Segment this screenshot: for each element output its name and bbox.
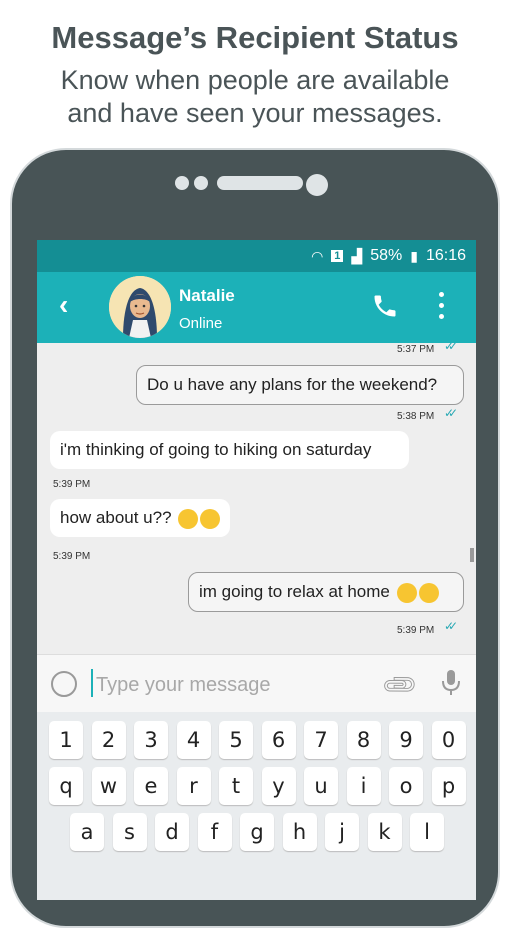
on-screen-keyboard: 1234567890 qwertyuiop asdfghjkl — [37, 712, 476, 900]
read-receipt-icon: ✓✓ — [444, 619, 458, 633]
contact-status: Online — [179, 315, 223, 332]
message-bubble-in[interactable]: i'm thinking of going to hiking on satur… — [50, 431, 409, 469]
promo-title: Message’s Recipient Status — [51, 20, 459, 55]
message-bubble-in[interactable]: how about u?? — [50, 499, 230, 537]
message-input[interactable] — [94, 669, 358, 701]
promo-subtitle-line2: and have seen your messages. — [67, 98, 443, 128]
phone-speaker — [175, 176, 303, 190]
tears-of-joy-icon — [396, 582, 417, 603]
key-d[interactable]: d — [155, 813, 189, 851]
more-options-icon[interactable] — [435, 292, 447, 325]
key-7[interactable]: 7 — [304, 721, 338, 759]
composer-bar: 📎︎ — [37, 654, 476, 713]
tears-of-joy-icon — [418, 582, 439, 603]
key-e[interactable]: e — [134, 767, 168, 805]
key-6[interactable]: 6 — [261, 721, 296, 759]
message-time: 5:37 PM — [397, 344, 435, 355]
key-9[interactable]: 9 — [389, 721, 423, 759]
text-cursor — [91, 669, 93, 697]
key-u[interactable]: u — [304, 767, 338, 805]
read-receipt-icon: ✓✓ — [444, 406, 458, 420]
message-time: 5:39 PM — [53, 479, 91, 490]
key-1[interactable]: 1 — [49, 721, 83, 759]
key-a[interactable]: a — [70, 813, 104, 851]
key-r[interactable]: r — [176, 767, 211, 805]
message-text: how about u?? — [60, 508, 172, 527]
key-o[interactable]: o — [389, 767, 423, 805]
phone-call-icon[interactable] — [371, 292, 399, 325]
key-h[interactable]: h — [282, 813, 317, 851]
key-y[interactable]: y — [261, 767, 296, 805]
chat-app-bar: ‹ Natalie Online — [37, 272, 476, 343]
signal-icon: ▟ — [351, 247, 363, 264]
promo-subtitle: Know when people are available and have … — [0, 64, 510, 130]
paperclip-icon[interactable]: 📎︎ — [379, 664, 421, 706]
battery-icon: ▮ — [410, 247, 418, 264]
key-3[interactable]: 3 — [134, 721, 168, 759]
message-list: 5:37 PM ✓✓ Do u have any plans for the w… — [37, 343, 476, 653]
sim-icon: 1 — [331, 250, 344, 262]
message-bubble-out[interactable]: Do u have any plans for the weekend? — [136, 365, 464, 405]
promo-subtitle-line1: Know when people are available — [60, 65, 450, 95]
key-4[interactable]: 4 — [176, 721, 211, 759]
key-j[interactable]: j — [325, 813, 359, 851]
key-8[interactable]: 8 — [346, 721, 381, 759]
phone-camera — [306, 174, 328, 196]
key-0[interactable]: 0 — [431, 721, 466, 759]
scrollbar[interactable] — [470, 548, 474, 562]
message-bubble-out[interactable]: im going to relax at home — [188, 572, 464, 612]
contact-name: Natalie — [179, 286, 235, 305]
key-w[interactable]: w — [91, 767, 126, 805]
key-s[interactable]: s — [112, 813, 147, 851]
smiley-icon[interactable] — [51, 671, 77, 697]
winking-face-icon — [178, 508, 199, 529]
key-5[interactable]: 5 — [219, 721, 253, 759]
read-receipt-icon: ✓✓ — [444, 343, 458, 353]
message-time: 5:39 PM — [397, 625, 435, 636]
key-k[interactable]: k — [367, 813, 402, 851]
microphone-icon[interactable] — [441, 669, 461, 702]
key-g[interactable]: g — [240, 813, 274, 851]
wifi-icon: ◠ — [311, 247, 324, 264]
message-time: 5:38 PM — [397, 411, 435, 422]
key-t[interactable]: t — [219, 767, 253, 805]
message-text: i'm thinking of going to hiking on satur… — [60, 440, 372, 459]
key-p[interactable]: p — [431, 767, 466, 805]
avatar[interactable] — [109, 276, 171, 338]
key-q[interactable]: q — [49, 767, 83, 805]
battery-percent: 58% — [370, 247, 403, 264]
message-text: Do u have any plans for the weekend? — [147, 375, 438, 394]
key-2[interactable]: 2 — [91, 721, 126, 759]
phone-screen: ◠ 1 ▟ 58% ▮ 16:16 ‹ Natalie Online 5:37 … — [37, 240, 476, 900]
message-time: 5:39 PM — [53, 551, 91, 562]
status-bar: ◠ 1 ▟ 58% ▮ 16:16 — [37, 240, 476, 272]
back-arrow-icon[interactable]: ‹ — [59, 291, 68, 319]
key-f[interactable]: f — [197, 813, 232, 851]
clock: 16:16 — [425, 247, 466, 264]
key-l[interactable]: l — [410, 813, 444, 851]
message-text: im going to relax at home — [199, 582, 390, 601]
winking-face-icon — [200, 508, 221, 529]
key-i[interactable]: i — [346, 767, 381, 805]
